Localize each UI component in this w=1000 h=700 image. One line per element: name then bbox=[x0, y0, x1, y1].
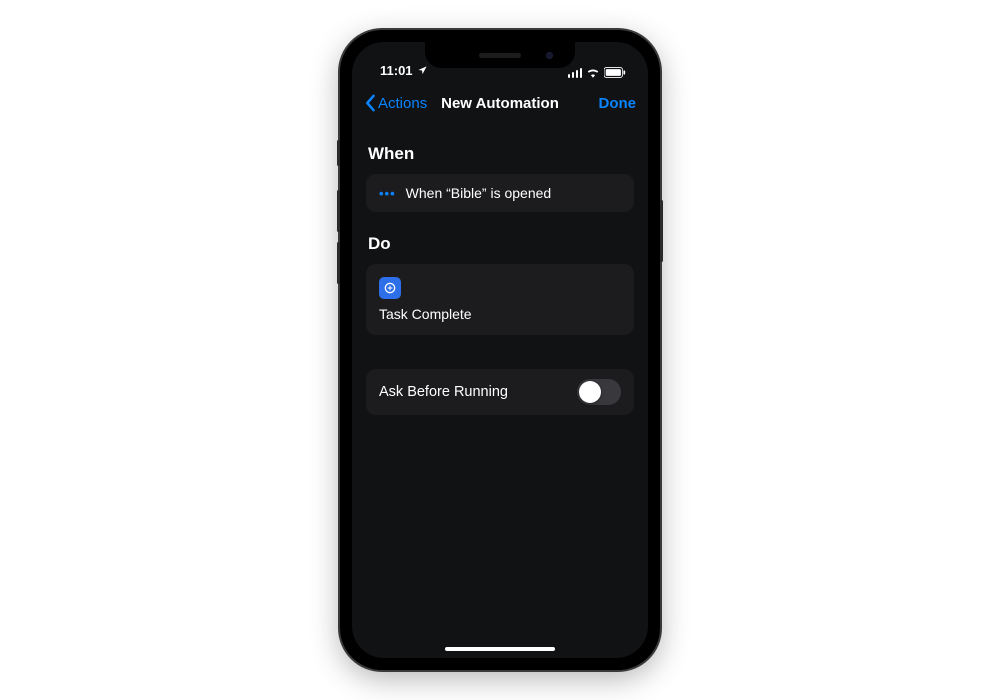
done-button[interactable]: Done bbox=[599, 95, 637, 112]
notch bbox=[425, 42, 575, 68]
ask-before-running-label: Ask Before Running bbox=[379, 384, 508, 400]
status-time: 11:01 bbox=[380, 63, 413, 78]
volume-up-button bbox=[337, 190, 340, 232]
do-action-card[interactable]: Task Complete bbox=[366, 264, 634, 335]
do-action-label: Task Complete bbox=[379, 306, 621, 322]
cellular-signal-icon bbox=[568, 67, 583, 78]
nav-bar: Actions New Automation Done bbox=[352, 82, 648, 124]
speaker-grill bbox=[479, 53, 521, 58]
when-trigger-text: When “Bible” is opened bbox=[406, 185, 552, 201]
ask-before-running-toggle[interactable] bbox=[577, 379, 621, 405]
do-heading: Do bbox=[368, 234, 634, 254]
ask-before-running-row: Ask Before Running bbox=[366, 369, 634, 415]
shortcut-app-icon bbox=[379, 277, 401, 299]
volume-down-button bbox=[337, 242, 340, 284]
front-camera bbox=[546, 52, 553, 59]
toggle-knob bbox=[579, 381, 601, 403]
back-button-label: Actions bbox=[378, 95, 427, 112]
location-arrow-icon bbox=[417, 65, 428, 76]
screen: 11:01 Actions New Automation Done When bbox=[352, 42, 648, 658]
page-title: New Automation bbox=[441, 95, 559, 112]
chevron-left-icon bbox=[364, 94, 376, 112]
content-area: When ••• When “Bible” is opened Do Task … bbox=[352, 124, 648, 658]
back-button[interactable]: Actions bbox=[364, 94, 427, 112]
when-heading: When bbox=[368, 144, 634, 164]
power-button bbox=[660, 200, 663, 262]
when-trigger-card[interactable]: ••• When “Bible” is opened bbox=[366, 174, 634, 212]
ellipsis-icon: ••• bbox=[379, 186, 396, 201]
wifi-icon bbox=[586, 67, 600, 78]
battery-icon bbox=[604, 67, 626, 78]
mute-switch bbox=[337, 140, 340, 166]
phone-frame: 11:01 Actions New Automation Done When bbox=[340, 30, 660, 670]
home-indicator[interactable] bbox=[445, 647, 555, 651]
